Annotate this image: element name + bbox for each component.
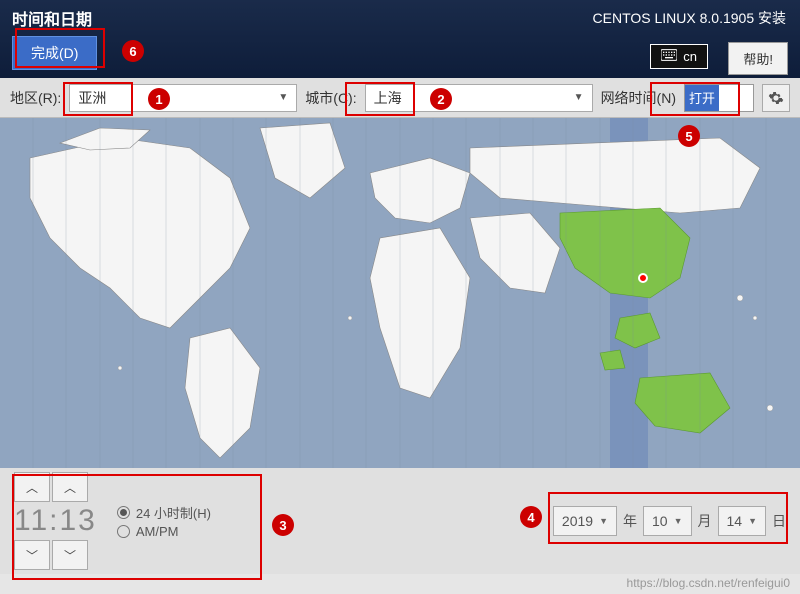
help-button[interactable]: 帮助!	[728, 42, 788, 75]
city-value: 上海	[374, 88, 402, 108]
hour-up-button[interactable]: ︿	[14, 472, 50, 502]
region-dropdown[interactable]: 亚洲 ▼	[69, 84, 297, 112]
minute-down-button[interactable]: ﹀	[52, 540, 88, 570]
ntp-settings-button[interactable]	[762, 84, 790, 112]
network-time-label: 网络时间(N)	[601, 88, 676, 108]
format-24h-label: 24 小时制(H)	[136, 503, 211, 522]
month-suffix: 月	[698, 511, 712, 531]
chevron-down-icon: ▼	[278, 92, 288, 103]
chevron-down-icon: ▼	[674, 516, 683, 526]
chevron-up-icon: ︿	[64, 479, 76, 496]
month-dropdown[interactable]: 10 ▼	[643, 506, 692, 536]
world-map-svg	[0, 118, 800, 468]
region-label: 地区(R):	[10, 88, 61, 108]
keyboard-indicator[interactable]: cn	[650, 44, 708, 69]
format-ampm-label: AM/PM	[136, 524, 179, 539]
gear-icon	[768, 90, 784, 106]
toggle-on-label: 打开	[685, 85, 719, 111]
day-suffix: 日	[772, 511, 786, 531]
day-dropdown[interactable]: 14 ▼	[718, 506, 767, 536]
minute-up-button[interactable]: ︿	[52, 472, 88, 502]
radio-icon	[117, 506, 130, 519]
network-time-toggle[interactable]: 打开	[684, 84, 754, 112]
region-value: 亚洲	[78, 88, 106, 108]
time-display: 11:13	[14, 504, 97, 538]
installer-title: CENTOS LINUX 8.0.1905 安装	[593, 8, 786, 28]
chevron-down-icon: ﹀	[64, 547, 76, 564]
city-label: 城市(C):	[305, 88, 356, 108]
chevron-down-icon: ▼	[748, 516, 757, 526]
keyboard-icon	[661, 49, 677, 64]
month-value: 10	[652, 513, 668, 529]
timezone-map[interactable]	[0, 118, 800, 468]
chevron-down-icon: ▼	[574, 92, 584, 103]
format-ampm-radio[interactable]: AM/PM	[117, 524, 211, 539]
city-dropdown[interactable]: 上海 ▼	[365, 84, 593, 112]
chevron-up-icon: ︿	[26, 479, 38, 496]
radio-icon	[117, 525, 130, 538]
day-value: 14	[727, 513, 743, 529]
chevron-down-icon: ▼	[599, 516, 608, 526]
year-value: 2019	[562, 513, 593, 529]
city-marker	[638, 273, 648, 283]
hour-down-button[interactable]: ﹀	[14, 540, 50, 570]
chevron-down-icon: ﹀	[26, 547, 38, 564]
format-24h-radio[interactable]: 24 小时制(H)	[117, 503, 211, 522]
done-button[interactable]: 完成(D)	[12, 36, 97, 70]
keyboard-layout: cn	[683, 49, 697, 64]
toggle-off-side	[719, 85, 753, 111]
watermark-text: https://blog.csdn.net/renfeigui0	[627, 576, 790, 590]
year-dropdown[interactable]: 2019 ▼	[553, 506, 617, 536]
year-suffix: 年	[623, 511, 637, 531]
